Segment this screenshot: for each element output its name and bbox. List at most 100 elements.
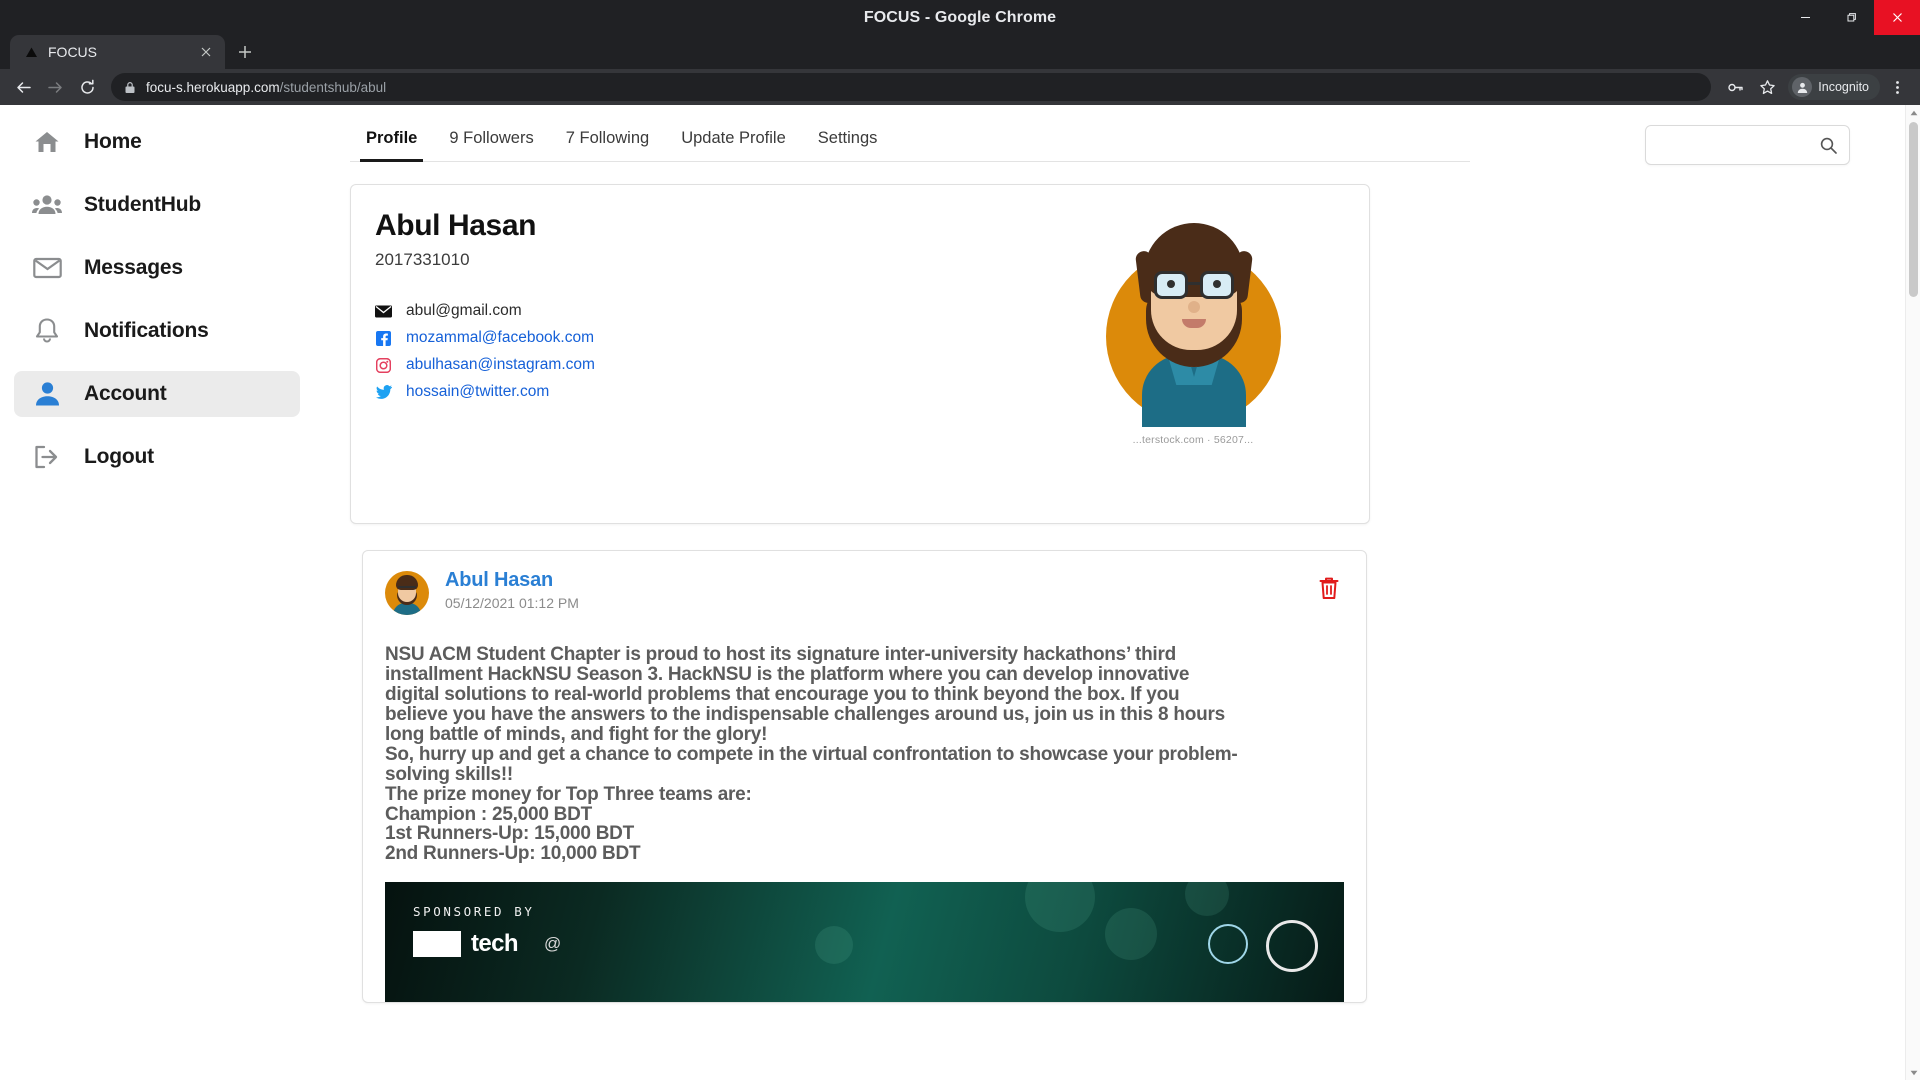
post-line: 1st Runners-Up: 15,000 BDT [385, 823, 635, 845]
search-input[interactable] [1658, 137, 1820, 153]
sidebar-item-messages[interactable]: Messages [14, 245, 300, 291]
sidebar-item-label: Account [84, 382, 167, 405]
post-card: Abul Hasan 05/12/2021 01:12 PM NSU ACM S… [362, 550, 1367, 1004]
sidebar-item-studenthub[interactable]: StudentHub [14, 182, 300, 228]
page-title: Abul Hasan [375, 209, 537, 242]
twitter-icon [375, 385, 392, 399]
instagram-icon [375, 357, 392, 373]
toolbar-right-actions: Incognito [1720, 72, 1912, 102]
sidebar-item-label: Logout [84, 445, 154, 468]
contact-email: abul@gmail.com [375, 300, 1043, 322]
new-tab-button[interactable] [228, 35, 262, 69]
contact-value[interactable]: mozammal@facebook.com [406, 329, 594, 347]
password-key-icon[interactable] [1720, 72, 1750, 102]
post-line: digital solutions to real-world problems… [385, 683, 1180, 705]
kebab-menu-icon[interactable] [1882, 72, 1912, 102]
profile-avatar-section: ...terstock.com · 56207... [1043, 209, 1343, 503]
tab-title: FOCUS [48, 44, 97, 60]
chrome-window: FOCUS - Google Chrome FOCUS focu-s.herok… [0, 0, 1920, 1080]
sidebar-item-label: Messages [84, 256, 183, 279]
post-meta: Abul Hasan 05/12/2021 01:12 PM [445, 569, 1298, 611]
contact-value[interactable]: abulhasan@instagram.com [406, 356, 595, 374]
person-icon [32, 379, 62, 409]
post-timestamp: 05/12/2021 01:12 PM [445, 595, 579, 611]
contact-list: abul@gmail.com mozammal@facebook.com abu… [375, 300, 1043, 403]
contact-value[interactable]: hossain@twitter.com [406, 383, 549, 401]
incognito-avatar-icon [1792, 77, 1813, 97]
reload-icon[interactable] [72, 72, 102, 102]
sidebar-nav: Home StudentHub Messages Notifications A… [0, 105, 320, 1080]
page-viewport: Home StudentHub Messages Notifications A… [0, 105, 1920, 1080]
url-host: focu-s.herokuapp.com [146, 79, 280, 95]
url-path: /studentshub/abul [279, 79, 387, 95]
post-line: Champion : 25,000 BDT [385, 803, 592, 825]
sidebar-item-logout[interactable]: Logout [14, 434, 300, 480]
profile-card: Abul Hasan 2017331010 abul@gmail.com moz… [350, 184, 1370, 524]
tab-strip: FOCUS [0, 35, 1920, 69]
post-line: So, hurry up and get a chance to compete… [385, 743, 1238, 765]
browser-tab[interactable]: FOCUS [10, 35, 225, 69]
tab-update-profile[interactable]: Update Profile [665, 121, 802, 161]
sponsored-label: SPONSORED BY [413, 904, 535, 920]
student-id: 2017331010 [375, 250, 470, 269]
window-title: FOCUS - Google Chrome [863, 8, 1057, 26]
banner-badge-icon [1208, 924, 1248, 965]
home-icon [32, 127, 62, 157]
minimize-button[interactable] [1782, 0, 1828, 35]
bell-icon [32, 316, 62, 346]
incognito-indicator[interactable]: Incognito [1788, 74, 1880, 100]
sidebar-item-account[interactable]: Account [14, 371, 300, 417]
post-line: long battle of minds, and fight for the … [385, 723, 768, 745]
bookmark-star-icon[interactable] [1752, 72, 1782, 102]
facebook-icon [375, 330, 392, 346]
tab-settings[interactable]: Settings [802, 121, 894, 161]
search-box[interactable] [1645, 125, 1850, 165]
url-text: focu-s.herokuapp.com/studentshub/abul [146, 80, 1701, 95]
scroll-up-arrow-icon[interactable] [1906, 105, 1920, 120]
post-author-avatar [385, 571, 429, 615]
post-line: The prize money for Top Three teams are: [385, 783, 752, 805]
contact-instagram[interactable]: abulhasan@instagram.com [375, 354, 1043, 376]
triangle-icon [23, 44, 39, 60]
email-icon [375, 305, 392, 318]
contact-twitter[interactable]: hossain@twitter.com [375, 381, 1043, 403]
main-content: Profile 9 Followers 7 Following Update P… [320, 105, 1920, 1080]
avatar [1105, 215, 1281, 430]
post-header: Abul Hasan 05/12/2021 01:12 PM [385, 569, 1344, 615]
forward-arrow-icon[interactable] [40, 72, 70, 102]
scroll-down-arrow-icon[interactable] [1906, 1065, 1920, 1080]
main-inner: Profile 9 Followers 7 Following Update P… [320, 105, 1570, 1004]
avatar-watermark: ...terstock.com · 56207... [1132, 434, 1254, 446]
people-group-icon [32, 190, 62, 220]
maximize-button[interactable] [1828, 0, 1874, 35]
post-body: NSU ACM Student Chapter is proud to host… [385, 645, 1344, 864]
sidebar-item-home[interactable]: Home [14, 119, 300, 165]
trash-icon[interactable] [1314, 573, 1344, 603]
window-titlebar: FOCUS - Google Chrome [0, 0, 1920, 35]
search-icon[interactable] [1820, 137, 1837, 154]
sidebar-item-label: Home [84, 130, 142, 153]
logout-arrow-icon [32, 442, 62, 472]
sponsor-logo: tech @ [413, 930, 561, 958]
post-line: installment HackNSU Season 3. HackNSU is… [385, 663, 1190, 685]
contact-facebook[interactable]: mozammal@facebook.com [375, 327, 1043, 349]
close-button[interactable] [1874, 0, 1920, 35]
back-arrow-icon[interactable] [8, 72, 38, 102]
incognito-label: Incognito [1818, 80, 1869, 94]
post-author-name[interactable]: Abul Hasan [445, 569, 1298, 592]
sponsor-logo-mark [413, 931, 461, 958]
page-scrollbar[interactable] [1905, 105, 1920, 1080]
tab-followers[interactable]: 9 Followers [433, 121, 549, 161]
scrollbar-thumb[interactable] [1909, 122, 1918, 297]
close-icon[interactable] [197, 43, 215, 61]
sidebar-item-notifications[interactable]: Notifications [14, 308, 300, 354]
tab-profile[interactable]: Profile [350, 121, 433, 162]
lock-icon [124, 81, 136, 94]
profile-tabs: Profile 9 Followers 7 Following Update P… [350, 105, 1470, 162]
sponsor-at-text: @ [543, 934, 562, 954]
post-line: believe you have the answers to the indi… [385, 703, 1225, 725]
sidebar-item-label: Notifications [84, 319, 209, 342]
address-bar[interactable]: focu-s.herokuapp.com/studentshub/abul [111, 73, 1712, 101]
profile-details: Abul Hasan 2017331010 abul@gmail.com moz… [375, 209, 1043, 503]
tab-following[interactable]: 7 Following [550, 121, 665, 161]
